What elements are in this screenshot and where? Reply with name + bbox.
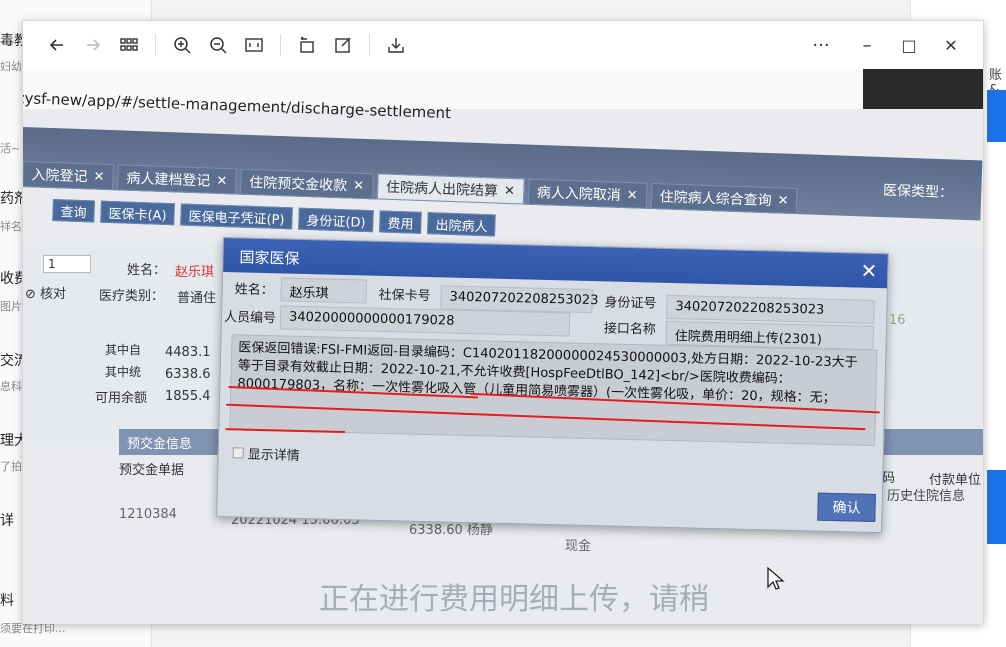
photo-grid-cell: 1210384: [119, 507, 177, 522]
checkbox-icon: [232, 447, 244, 459]
edit-icon[interactable]: [325, 27, 361, 63]
bg-item: 理大: [0, 433, 28, 449]
grid-icon[interactable]: [111, 27, 147, 63]
photo-other1-label: 其中自: [105, 343, 142, 357]
close-icon: ✕: [777, 192, 789, 209]
minimize-button[interactable]: –: [849, 27, 885, 63]
photo-fee-button: 费用: [379, 210, 422, 234]
bg-sub: 活~: [0, 142, 21, 155]
close-icon: ✕: [860, 258, 878, 283]
bg-sub: 祥名: [0, 220, 22, 233]
fit-icon[interactable]: [236, 27, 272, 63]
photo-name-label: 姓名：: [127, 263, 167, 278]
toolbar-separator: [155, 34, 156, 56]
photo-content: zysf-new/app/#/settle-management/dischar…: [23, 69, 983, 624]
forward-arrow-icon[interactable]: [75, 27, 111, 63]
bg-blue-block: [987, 90, 1006, 142]
dialog-detail-label: 显示详情: [247, 447, 300, 464]
close-icon: ✕: [503, 183, 516, 199]
photo-tab: 入院登记 ✕: [23, 161, 114, 191]
photo-tab: 住院预交金收款 ✕: [239, 168, 374, 200]
dialog-ok-button: 确认: [817, 492, 876, 523]
bg-item: 收费: [0, 271, 28, 287]
bg-item: 交流: [0, 353, 28, 369]
photo-grid-columns: 预交金单据 号码 付款单位: [119, 459, 981, 488]
zoom-in-icon[interactable]: [164, 27, 200, 63]
photo-tab: 住院病人综合查询 ✕: [650, 182, 798, 215]
check-circle-icon: ⊘: [25, 287, 41, 302]
photo-right-value: 16: [889, 313, 906, 328]
bg-sub: 图片: [0, 300, 22, 313]
photo-other2-value: 6338.6: [165, 367, 211, 382]
photo-grid-cell: 现金: [565, 539, 592, 554]
bg-item: 药剂: [0, 191, 28, 207]
photo-category-label: 医疗类别：: [99, 289, 165, 304]
bg-sub: 妇幼: [0, 60, 22, 73]
photo-discharged-button: 出院病人: [427, 212, 496, 237]
bg-item: 毒教: [0, 33, 28, 49]
zoom-out-icon[interactable]: [200, 27, 236, 63]
rotate-icon[interactable]: [289, 27, 325, 63]
photo-progress-text: 正在进行费用明细上传，请稍: [319, 582, 709, 617]
photo-balance-value: 1855.4: [165, 389, 211, 404]
photo-other1-value: 4483.1: [165, 345, 211, 360]
bg-sub: 了拍: [0, 460, 22, 473]
close-icon: ✕: [216, 173, 228, 189]
photo-national-insurance-dialog: 国家医保 ✕ 姓名： 赵乐琪 社保卡号 340207202208253023 身…: [216, 237, 889, 534]
download-icon[interactable]: [378, 27, 414, 63]
back-arrow-icon[interactable]: [39, 27, 75, 63]
dialog-name-field: 赵乐琪: [280, 277, 368, 304]
photo-tab-active: 住院病人出院结算 ✕: [376, 173, 525, 205]
photo-grid-row: 1210384 20221024 15:06:03 6338.60 杨静 现金: [119, 507, 591, 554]
toolbar-separator: [280, 34, 281, 56]
close-icon: ✕: [93, 168, 105, 185]
close-icon: ✕: [352, 178, 365, 194]
photo-query-button: 查询: [52, 199, 95, 223]
photo-category-value: 普通住: [177, 291, 217, 306]
bg-item: 料: [0, 593, 14, 609]
photo-grid-column: 预交金单据: [119, 463, 185, 478]
dialog-name-label: 姓名：: [234, 282, 274, 299]
photo-card-button: 医保卡(A): [100, 200, 175, 226]
mouse-cursor-icon: [767, 566, 785, 595]
photo-balance-label: 可用余额: [95, 391, 148, 406]
photo-name-value: 赵乐琪: [175, 265, 215, 280]
more-options-button[interactable]: ···: [803, 27, 839, 63]
photo-history-label: 历史住院信息: [887, 489, 966, 504]
dialog-id-label: 身份证号: [604, 295, 657, 312]
dialog-detail-checkbox: 显示详情: [232, 443, 300, 464]
dialog-api-label: 接口名称: [603, 321, 657, 338]
bg-blue-block: [987, 470, 1006, 544]
bg-item: 详: [0, 513, 14, 529]
photo-num-box: 1: [43, 255, 91, 273]
dialog-card-label: 社保卡号: [378, 287, 431, 305]
toolbar-separator: [369, 34, 370, 56]
photo-tab: 病人建档登记 ✕: [116, 164, 237, 195]
maximize-button[interactable]: □: [891, 27, 927, 63]
photo-e-voucher-button: 医保电子凭证(P): [180, 203, 293, 230]
photo-id-card-button: 身份证(D): [298, 207, 375, 233]
photo-insurance-type-label: 医保类型：: [882, 182, 954, 202]
photo-button-row: 查询 医保卡(A) 医保电子凭证(P) 身份证(D) 费用 出院病人: [52, 199, 496, 237]
bg-sub: 息科: [0, 380, 22, 393]
viewer-toolbar: ··· – □ ✕: [23, 21, 983, 69]
dialog-id-field: 340207202208253023: [666, 294, 875, 324]
dialog-card-field: 340207202208253023: [440, 285, 599, 314]
dialog-person-label: 人员编号: [223, 310, 277, 327]
photo-check-label: ⊘ 核对: [25, 287, 67, 302]
close-window-button[interactable]: ✕: [933, 27, 969, 63]
image-viewer-window: ··· – □ ✕ zysf-new/app/#/settle-manageme…: [22, 20, 984, 624]
photo-other2-label: 其中统: [105, 365, 142, 379]
photo-tab: 病人入院取消 ✕: [527, 178, 648, 209]
close-icon: ✕: [626, 187, 638, 203]
photo-dark-corner: [863, 69, 983, 109]
